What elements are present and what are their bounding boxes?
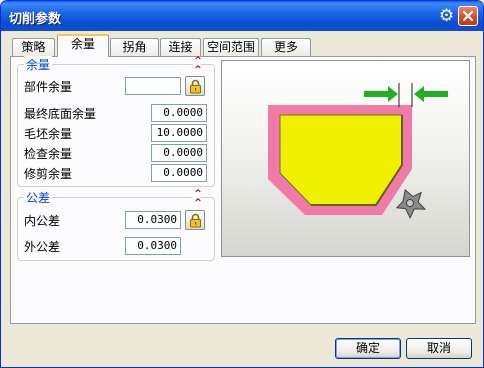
dialog-window: 切削参数 ⚙ 策略 余量 拐角 连接 空间范围 更多 余量 ⌃ ⌃ 部件余量 最…	[0, 0, 484, 368]
double-chevron-up-icon[interactable]: ⌃ ⌃	[193, 55, 203, 76]
trim-stock-label: 修剪余量	[24, 167, 73, 181]
final-floor-stock-label: 最终底面余量	[24, 107, 97, 121]
stock-group-title: 余量	[24, 56, 53, 73]
intol-label: 内公差	[24, 214, 61, 228]
outtol-label: 外公差	[24, 240, 61, 254]
blank-stock-field[interactable]: 10.0000	[151, 124, 207, 142]
stock-group: 余量 ⌃ ⌃ 部件余量 最终底面余量 0.0000 毛坯余量 10.0000 检查…	[17, 55, 215, 187]
trim-stock-field[interactable]: 0.0000	[151, 164, 207, 182]
tolerance-group: 公差 ⌃ ⌃ 内公差 0.0300 外公差 0.0300	[17, 188, 215, 261]
part-stock-lock-button[interactable]	[185, 76, 205, 96]
lock-icon	[190, 213, 201, 228]
gear-icon[interactable]: ⚙	[437, 7, 456, 26]
stock-diagram	[268, 83, 448, 220]
check-stock-field[interactable]: 0.0000	[151, 144, 207, 162]
tab-strategy[interactable]: 策略	[12, 38, 55, 56]
part-stock-label: 部件余量	[24, 80, 73, 94]
cancel-button[interactable]: 取消	[406, 338, 472, 359]
outtol-field[interactable]: 0.0300	[125, 237, 181, 255]
check-stock-label: 检查余量	[24, 147, 73, 161]
double-chevron-up-icon[interactable]: ⌃ ⌃	[193, 188, 203, 209]
lock-icon	[190, 79, 201, 94]
tab-more[interactable]: 更多	[261, 38, 311, 56]
intol-lock-button[interactable]	[185, 210, 205, 230]
tab-stock[interactable]: 余量	[57, 34, 109, 57]
arrow-right-icon	[364, 86, 398, 102]
title-bar: 切削参数 ⚙	[1, 1, 483, 31]
close-icon	[462, 10, 474, 22]
tab-containment[interactable]: 空间范围	[203, 38, 259, 56]
close-button[interactable]	[458, 6, 478, 26]
blank-stock-label: 毛坯余量	[24, 127, 73, 141]
final-floor-stock-field[interactable]: 0.0000	[151, 104, 207, 122]
group-divider	[66, 197, 182, 198]
stock-preview-image	[221, 60, 470, 257]
group-divider	[66, 64, 182, 65]
tolerance-group-title: 公差	[24, 189, 53, 206]
part-stock-field[interactable]	[125, 77, 181, 95]
ok-button[interactable]: 确定	[335, 338, 401, 359]
window-title: 切削参数	[9, 12, 62, 27]
intol-field[interactable]: 0.0300	[125, 211, 181, 229]
arrow-left-icon	[414, 86, 448, 102]
tab-panel: 余量 ⌃ ⌃ 部件余量 最终底面余量 0.0000 毛坯余量 10.0000 检查…	[10, 55, 476, 324]
tab-corners[interactable]: 拐角	[110, 38, 159, 56]
